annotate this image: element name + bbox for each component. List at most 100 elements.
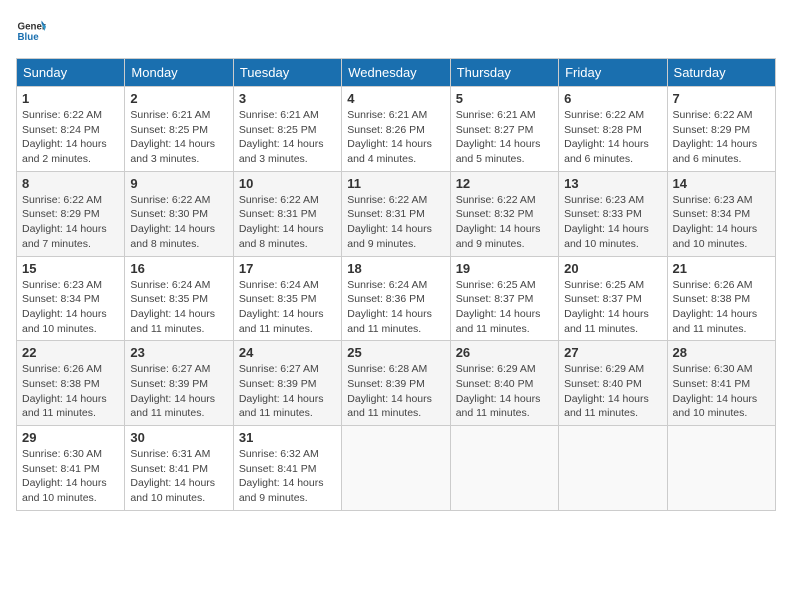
daylight: Daylight: 14 hours and 9 minutes. bbox=[347, 223, 432, 250]
daylight: Daylight: 14 hours and 11 minutes. bbox=[347, 393, 432, 420]
calendar-cell: 28 Sunrise: 6:30 AM Sunset: 8:41 PM Dayl… bbox=[667, 341, 775, 426]
sunset: Sunset: 8:34 PM bbox=[22, 293, 100, 305]
day-info: Sunrise: 6:30 AM Sunset: 8:41 PM Dayligh… bbox=[22, 447, 119, 506]
sunrise: Sunrise: 6:21 AM bbox=[239, 109, 319, 121]
day-number: 6 bbox=[564, 91, 661, 106]
sunset: Sunset: 8:29 PM bbox=[22, 208, 100, 220]
day-number: 3 bbox=[239, 91, 336, 106]
calendar-cell: 21 Sunrise: 6:26 AM Sunset: 8:38 PM Dayl… bbox=[667, 256, 775, 341]
day-info: Sunrise: 6:21 AM Sunset: 8:25 PM Dayligh… bbox=[239, 108, 336, 167]
day-info: Sunrise: 6:22 AM Sunset: 8:28 PM Dayligh… bbox=[564, 108, 661, 167]
logo: General Blue bbox=[16, 16, 50, 46]
day-info: Sunrise: 6:29 AM Sunset: 8:40 PM Dayligh… bbox=[564, 362, 661, 421]
calendar-week-3: 15 Sunrise: 6:23 AM Sunset: 8:34 PM Dayl… bbox=[17, 256, 776, 341]
calendar-cell: 31 Sunrise: 6:32 AM Sunset: 8:41 PM Dayl… bbox=[233, 426, 341, 511]
sunrise: Sunrise: 6:32 AM bbox=[239, 448, 319, 460]
sunset: Sunset: 8:32 PM bbox=[456, 208, 534, 220]
calendar-week-4: 22 Sunrise: 6:26 AM Sunset: 8:38 PM Dayl… bbox=[17, 341, 776, 426]
calendar-cell: 6 Sunrise: 6:22 AM Sunset: 8:28 PM Dayli… bbox=[559, 87, 667, 172]
sunset: Sunset: 8:28 PM bbox=[564, 124, 642, 136]
daylight: Daylight: 14 hours and 6 minutes. bbox=[564, 138, 649, 165]
sunrise: Sunrise: 6:22 AM bbox=[564, 109, 644, 121]
daylight: Daylight: 14 hours and 3 minutes. bbox=[130, 138, 215, 165]
calendar-cell: 26 Sunrise: 6:29 AM Sunset: 8:40 PM Dayl… bbox=[450, 341, 558, 426]
sunset: Sunset: 8:31 PM bbox=[239, 208, 317, 220]
sunset: Sunset: 8:25 PM bbox=[130, 124, 208, 136]
day-number: 13 bbox=[564, 176, 661, 191]
day-number: 26 bbox=[456, 345, 553, 360]
day-number: 11 bbox=[347, 176, 444, 191]
calendar-cell: 15 Sunrise: 6:23 AM Sunset: 8:34 PM Dayl… bbox=[17, 256, 125, 341]
sunset: Sunset: 8:41 PM bbox=[239, 463, 317, 475]
day-info: Sunrise: 6:29 AM Sunset: 8:40 PM Dayligh… bbox=[456, 362, 553, 421]
sunrise: Sunrise: 6:27 AM bbox=[239, 363, 319, 375]
sunrise: Sunrise: 6:29 AM bbox=[564, 363, 644, 375]
day-number: 24 bbox=[239, 345, 336, 360]
daylight: Daylight: 14 hours and 3 minutes. bbox=[239, 138, 324, 165]
day-info: Sunrise: 6:26 AM Sunset: 8:38 PM Dayligh… bbox=[22, 362, 119, 421]
calendar-cell: 16 Sunrise: 6:24 AM Sunset: 8:35 PM Dayl… bbox=[125, 256, 233, 341]
daylight: Daylight: 14 hours and 8 minutes. bbox=[130, 223, 215, 250]
day-info: Sunrise: 6:21 AM Sunset: 8:26 PM Dayligh… bbox=[347, 108, 444, 167]
daylight: Daylight: 14 hours and 11 minutes. bbox=[239, 393, 324, 420]
sunrise: Sunrise: 6:23 AM bbox=[564, 194, 644, 206]
calendar-week-1: 1 Sunrise: 6:22 AM Sunset: 8:24 PM Dayli… bbox=[17, 87, 776, 172]
day-number: 12 bbox=[456, 176, 553, 191]
day-info: Sunrise: 6:31 AM Sunset: 8:41 PM Dayligh… bbox=[130, 447, 227, 506]
daylight: Daylight: 14 hours and 2 minutes. bbox=[22, 138, 107, 165]
day-info: Sunrise: 6:25 AM Sunset: 8:37 PM Dayligh… bbox=[564, 278, 661, 337]
header: General Blue bbox=[16, 16, 776, 46]
day-number: 8 bbox=[22, 176, 119, 191]
sunset: Sunset: 8:35 PM bbox=[239, 293, 317, 305]
calendar: SundayMondayTuesdayWednesdayThursdayFrid… bbox=[16, 58, 776, 511]
day-number: 17 bbox=[239, 261, 336, 276]
calendar-cell: 11 Sunrise: 6:22 AM Sunset: 8:31 PM Dayl… bbox=[342, 171, 450, 256]
sunset: Sunset: 8:39 PM bbox=[347, 378, 425, 390]
day-info: Sunrise: 6:32 AM Sunset: 8:41 PM Dayligh… bbox=[239, 447, 336, 506]
day-info: Sunrise: 6:26 AM Sunset: 8:38 PM Dayligh… bbox=[673, 278, 770, 337]
calendar-cell: 20 Sunrise: 6:25 AM Sunset: 8:37 PM Dayl… bbox=[559, 256, 667, 341]
calendar-cell: 8 Sunrise: 6:22 AM Sunset: 8:29 PM Dayli… bbox=[17, 171, 125, 256]
day-number: 23 bbox=[130, 345, 227, 360]
daylight: Daylight: 14 hours and 10 minutes. bbox=[673, 393, 758, 420]
sunset: Sunset: 8:39 PM bbox=[130, 378, 208, 390]
daylight: Daylight: 14 hours and 11 minutes. bbox=[673, 308, 758, 335]
sunrise: Sunrise: 6:23 AM bbox=[22, 279, 102, 291]
day-info: Sunrise: 6:22 AM Sunset: 8:29 PM Dayligh… bbox=[673, 108, 770, 167]
day-info: Sunrise: 6:27 AM Sunset: 8:39 PM Dayligh… bbox=[239, 362, 336, 421]
calendar-cell: 19 Sunrise: 6:25 AM Sunset: 8:37 PM Dayl… bbox=[450, 256, 558, 341]
calendar-cell: 1 Sunrise: 6:22 AM Sunset: 8:24 PM Dayli… bbox=[17, 87, 125, 172]
sunset: Sunset: 8:25 PM bbox=[239, 124, 317, 136]
day-number: 22 bbox=[22, 345, 119, 360]
calendar-cell: 5 Sunrise: 6:21 AM Sunset: 8:27 PM Dayli… bbox=[450, 87, 558, 172]
day-number: 2 bbox=[130, 91, 227, 106]
daylight: Daylight: 14 hours and 11 minutes. bbox=[130, 393, 215, 420]
calendar-cell: 12 Sunrise: 6:22 AM Sunset: 8:32 PM Dayl… bbox=[450, 171, 558, 256]
calendar-cell: 22 Sunrise: 6:26 AM Sunset: 8:38 PM Dayl… bbox=[17, 341, 125, 426]
daylight: Daylight: 14 hours and 6 minutes. bbox=[673, 138, 758, 165]
daylight: Daylight: 14 hours and 10 minutes. bbox=[22, 477, 107, 504]
sunrise: Sunrise: 6:30 AM bbox=[22, 448, 102, 460]
sunrise: Sunrise: 6:23 AM bbox=[673, 194, 753, 206]
daylight: Daylight: 14 hours and 10 minutes. bbox=[564, 223, 649, 250]
logo-icon: General Blue bbox=[16, 16, 46, 46]
sunset: Sunset: 8:35 PM bbox=[130, 293, 208, 305]
day-number: 16 bbox=[130, 261, 227, 276]
sunrise: Sunrise: 6:29 AM bbox=[456, 363, 536, 375]
day-number: 29 bbox=[22, 430, 119, 445]
sunset: Sunset: 8:26 PM bbox=[347, 124, 425, 136]
daylight: Daylight: 14 hours and 11 minutes. bbox=[456, 308, 541, 335]
day-info: Sunrise: 6:24 AM Sunset: 8:35 PM Dayligh… bbox=[239, 278, 336, 337]
day-number: 1 bbox=[22, 91, 119, 106]
day-info: Sunrise: 6:23 AM Sunset: 8:34 PM Dayligh… bbox=[22, 278, 119, 337]
calendar-cell: 2 Sunrise: 6:21 AM Sunset: 8:25 PM Dayli… bbox=[125, 87, 233, 172]
sunrise: Sunrise: 6:27 AM bbox=[130, 363, 210, 375]
day-number: 5 bbox=[456, 91, 553, 106]
weekday-header-thursday: Thursday bbox=[450, 59, 558, 87]
calendar-cell: 3 Sunrise: 6:21 AM Sunset: 8:25 PM Dayli… bbox=[233, 87, 341, 172]
sunrise: Sunrise: 6:22 AM bbox=[673, 109, 753, 121]
sunset: Sunset: 8:38 PM bbox=[22, 378, 100, 390]
weekday-header-tuesday: Tuesday bbox=[233, 59, 341, 87]
calendar-cell: 7 Sunrise: 6:22 AM Sunset: 8:29 PM Dayli… bbox=[667, 87, 775, 172]
sunset: Sunset: 8:29 PM bbox=[673, 124, 751, 136]
